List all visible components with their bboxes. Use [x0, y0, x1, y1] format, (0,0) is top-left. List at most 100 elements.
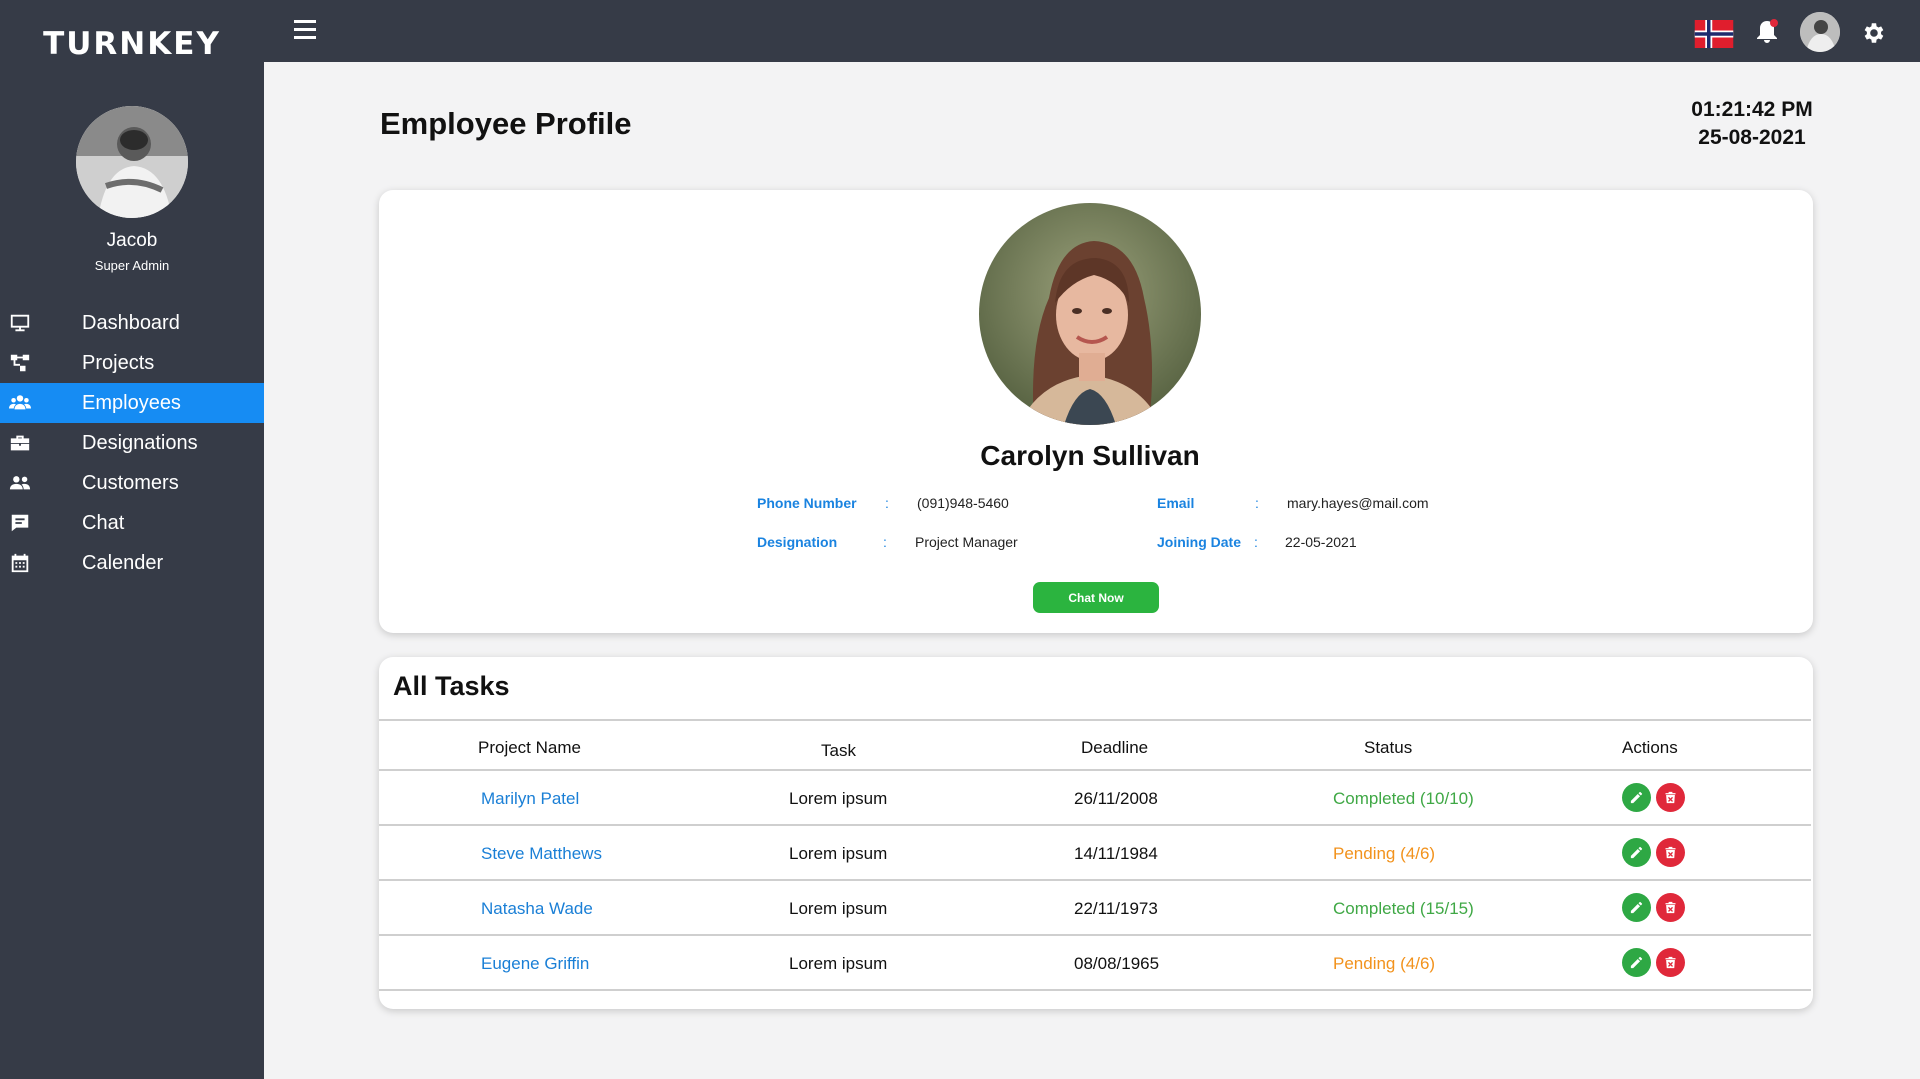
admin-role: Super Admin: [94, 258, 170, 273]
deadline-cell: 14/11/1984: [1074, 844, 1158, 863]
delete-button[interactable]: [1656, 838, 1685, 867]
sidebar: TURNKEY Jacob Super Admin Dashboard Proj…: [0, 0, 264, 1079]
users-icon: [0, 392, 82, 414]
pencil-icon: [1630, 901, 1643, 914]
column-header: Project Name: [478, 738, 581, 757]
row-actions: [1622, 948, 1685, 977]
avatar[interactable]: [1800, 12, 1840, 52]
deadline-cell: 26/11/2008: [1074, 789, 1158, 808]
bell-icon[interactable]: [1754, 18, 1780, 46]
sidebar-item-employees[interactable]: Employees: [0, 383, 264, 423]
employee-name: Carolyn Sullivan: [980, 440, 1200, 471]
sidebar-item-label: Chat: [82, 511, 125, 534]
trash-icon: [1665, 901, 1676, 914]
edit-button[interactable]: [1622, 838, 1651, 867]
phone-colon: :: [885, 495, 889, 511]
sidebar-item-label: Dashboard: [82, 311, 180, 334]
admin-avatar[interactable]: [76, 106, 188, 218]
sidebar-item-dashboard[interactable]: Dashboard: [0, 303, 264, 343]
sidebar-item-label: Customers: [82, 471, 179, 494]
status-cell: Completed (10/10): [1333, 789, 1474, 808]
sidebar-item-customers[interactable]: Customers: [0, 463, 264, 503]
joining-date-colon: :: [1254, 534, 1258, 550]
tasks-title: All Tasks: [393, 671, 510, 701]
task-cell: Lorem ipsum: [789, 844, 888, 863]
column-header: Task: [821, 741, 856, 760]
sidebar-item-designations[interactable]: Designations: [0, 423, 264, 463]
joining-date-label: Joining Date: [1157, 534, 1242, 550]
table-row: Marilyn Patel Lorem ipsum 26/11/2008 Com…: [379, 771, 1811, 826]
pencil-icon: [1630, 791, 1643, 804]
project-link[interactable]: Marilyn Patel: [481, 789, 579, 809]
row-actions: [1622, 783, 1685, 812]
deadline-cell: 08/08/1965: [1074, 954, 1160, 973]
chat-icon: [0, 512, 82, 534]
briefcase-icon: [0, 432, 82, 454]
designation-colon: :: [883, 534, 887, 550]
email-label: Email: [1157, 495, 1195, 511]
tasks-table: Project Name Task Deadline Status Action…: [379, 719, 1811, 991]
project-diagram-icon: [0, 352, 82, 374]
email-colon: :: [1255, 495, 1259, 511]
clock: 01:21:42 PM 25-08-2021: [1670, 96, 1834, 152]
menu-icon[interactable]: [294, 20, 316, 40]
sidebar-item-label: Designations: [82, 431, 198, 454]
sidebar-nav: Dashboard Projects Employees Designation…: [0, 303, 264, 583]
status-cell: Completed (15/15): [1333, 899, 1474, 918]
trash-icon: [1665, 791, 1676, 804]
trash-icon: [1665, 956, 1676, 969]
employee-photo: [979, 203, 1201, 425]
edit-button[interactable]: [1622, 893, 1651, 922]
designation-value: Project Manager: [915, 534, 1018, 550]
edit-button[interactable]: [1622, 948, 1651, 977]
pencil-icon: [1630, 956, 1643, 969]
row-actions: [1622, 838, 1685, 867]
project-link[interactable]: Steve Matthews: [481, 844, 602, 864]
top-bar: [264, 0, 1920, 62]
clock-time: 01:21:42 PM: [1691, 98, 1813, 121]
phone-label: Phone Number: [757, 495, 857, 511]
chat-now-button[interactable]: Chat Now: [1033, 582, 1159, 613]
calendar-icon: [0, 552, 82, 574]
sidebar-item-calender[interactable]: Calender: [0, 543, 264, 583]
joining-date-value: 22-05-2021: [1285, 534, 1357, 550]
sidebar-item-label: Calender: [82, 551, 164, 574]
task-cell: Lorem ipsum: [789, 789, 888, 808]
admin-name: Jacob: [106, 230, 158, 251]
sidebar-item-label: Employees: [82, 391, 181, 414]
sidebar-item-label: Projects: [82, 351, 155, 374]
tasks-card: All Tasks Project Name Task Deadline Sta…: [379, 657, 1813, 1009]
sidebar-item-chat[interactable]: Chat: [0, 503, 264, 543]
edit-button[interactable]: [1622, 783, 1651, 812]
phone-value: (091)948-5460: [917, 495, 1009, 511]
table-header: Project Name Task Deadline Status Action…: [379, 719, 1811, 771]
app-logo[interactable]: TURNKEY: [0, 26, 264, 62]
task-cell: Lorem ipsum: [789, 954, 888, 973]
clock-date: 25-08-2021: [1698, 126, 1806, 149]
column-header: Actions: [1622, 738, 1678, 757]
deadline-cell: 22/11/1973: [1074, 899, 1158, 918]
monitor-icon: [0, 312, 82, 334]
pencil-icon: [1630, 846, 1643, 859]
designation-label: Designation: [757, 534, 838, 550]
project-link[interactable]: Eugene Griffin: [481, 954, 589, 974]
email-value: mary.hayes@mail.com: [1287, 495, 1429, 511]
delete-button[interactable]: [1656, 893, 1685, 922]
delete-button[interactable]: [1656, 783, 1685, 812]
column-header: Deadline: [1081, 738, 1149, 757]
table-row: Steve Matthews Lorem ipsum 14/11/1984 Pe…: [379, 826, 1811, 881]
gear-icon[interactable]: [1860, 20, 1886, 46]
norway-flag-icon[interactable]: [1694, 20, 1734, 48]
delete-button[interactable]: [1656, 948, 1685, 977]
user-group-icon: [0, 472, 82, 494]
table-row: Natasha Wade Lorem ipsum 22/11/1973 Comp…: [379, 881, 1811, 936]
column-header: Status: [1364, 738, 1413, 757]
project-link[interactable]: Natasha Wade: [481, 899, 593, 919]
table-row: Eugene Griffin Lorem ipsum 08/08/1965 Pe…: [379, 936, 1811, 991]
status-cell: Pending (4/6): [1333, 844, 1436, 863]
sidebar-item-projects[interactable]: Projects: [0, 343, 264, 383]
page-title: Employee Profile: [380, 106, 632, 141]
row-actions: [1622, 893, 1685, 922]
status-cell: Pending (4/6): [1333, 954, 1436, 973]
trash-icon: [1665, 846, 1676, 859]
